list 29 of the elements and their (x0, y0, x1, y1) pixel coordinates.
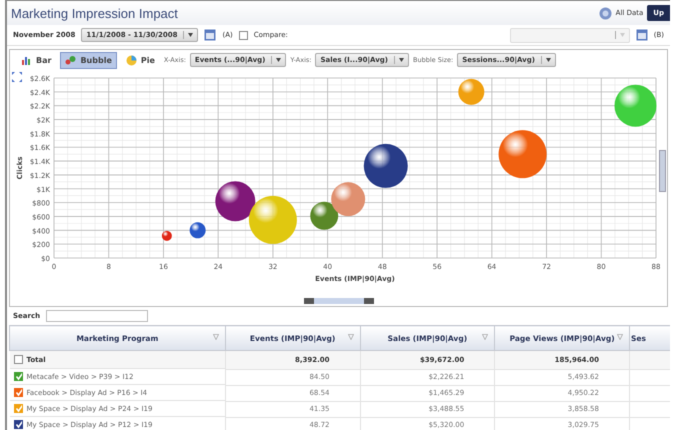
filter-icon[interactable] (616, 334, 623, 340)
row-checkbox[interactable] (14, 420, 22, 429)
window-title: Marketing Impression Impact (11, 6, 178, 20)
calendar-icon[interactable] (204, 29, 216, 41)
caret-icon (620, 33, 625, 37)
compare-checkbox[interactable] (238, 30, 248, 40)
caret-icon (399, 58, 404, 62)
filter-icon[interactable] (212, 334, 219, 340)
pie-chart-icon (126, 54, 137, 66)
chart-type-tab[interactable]: Bar (16, 52, 56, 68)
caret-icon (188, 33, 194, 37)
row-checkbox[interactable] (14, 355, 22, 364)
caret-icon (546, 58, 551, 62)
zoom-icon[interactable] (12, 72, 22, 82)
bubble-chart-icon (65, 54, 76, 66)
caret-icon (276, 58, 282, 62)
row-checkbox[interactable] (14, 372, 22, 381)
globe-icon (598, 6, 612, 20)
bar-chart-icon (21, 54, 32, 66)
search-field[interactable] (46, 310, 148, 322)
row-checkbox[interactable] (14, 404, 22, 413)
chart-scroll-control[interactable] (304, 298, 374, 304)
filter-icon[interactable] (482, 334, 488, 340)
chart-type-tab[interactable]: Bubble (60, 52, 117, 68)
side-panel-handle[interactable] (659, 150, 666, 192)
row-checkbox[interactable] (14, 388, 22, 397)
chart-type-tab[interactable]: Pie (120, 52, 160, 68)
filter-icon[interactable] (348, 334, 354, 340)
calendar-icon[interactable] (636, 29, 648, 41)
